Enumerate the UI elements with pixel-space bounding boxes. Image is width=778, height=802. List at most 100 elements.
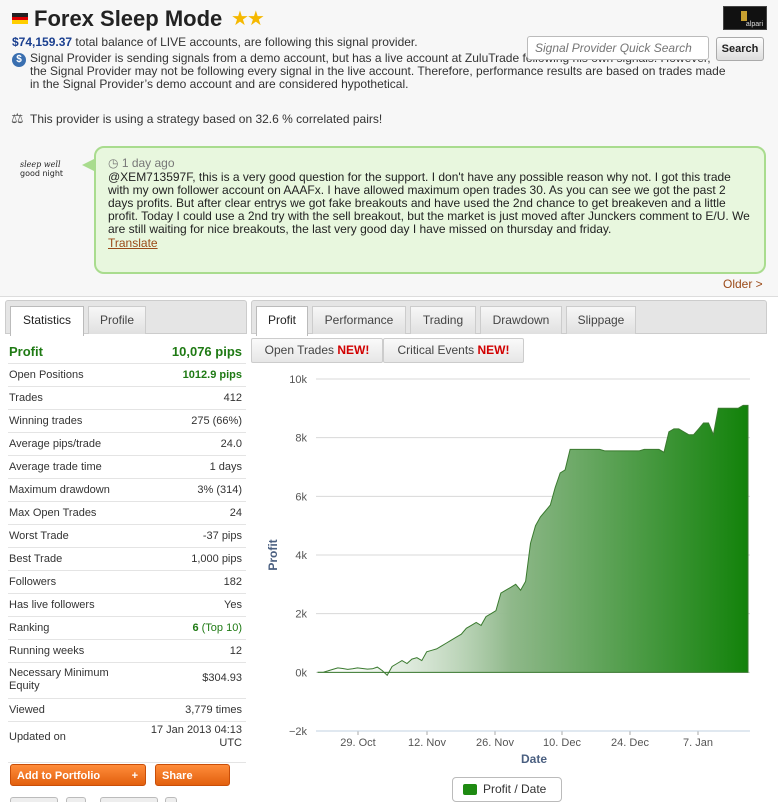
y-tick-label: 10k — [289, 374, 307, 386]
y-tick-label: 8k — [295, 433, 307, 445]
comment-bubble: ◷ 1 day ago @XEM713597F, this is a very … — [82, 146, 766, 274]
stat-row: Open Positions 1012.9 pips — [8, 365, 246, 387]
live-balance: $74,159.37 total balance of LIVE account… — [12, 35, 418, 49]
stat-value: 24 — [229, 507, 242, 519]
x-tick-label: 7. Jan — [683, 737, 713, 749]
stat-label: Followers — [9, 576, 57, 588]
stat-row: Worst Trade -37 pips — [8, 526, 246, 548]
critical-events-tab[interactable]: Critical Events NEW! — [383, 338, 524, 363]
stat-row: Running weeks 12 — [8, 641, 246, 663]
stat-label: Maximum drawdown — [9, 484, 110, 496]
stub-tab — [10, 797, 58, 802]
stat-label: Running weeks — [9, 645, 85, 657]
stat-row: Average pips/trade 24.0 — [8, 434, 246, 456]
stat-value: 1,000 pips — [191, 553, 242, 565]
stat-label: Profit — [9, 344, 43, 359]
x-tick-label: 12. Nov — [408, 737, 446, 749]
stat-label: Max Open Trades — [9, 507, 97, 519]
stat-label: Winning trades — [9, 415, 83, 427]
x-tick-label: 24. Dec — [611, 737, 649, 749]
comment-author-avatar: sleep well good night — [20, 160, 64, 178]
clock-icon: ◷ — [108, 156, 122, 170]
legend-swatch — [463, 784, 477, 795]
y-axis-label: Profit — [266, 539, 280, 570]
stat-label: Necessary Minimum Equity — [9, 667, 109, 692]
stat-label: Viewed — [9, 704, 45, 716]
stat-value: 24.0 — [220, 438, 242, 450]
y-tick-label: 2k — [295, 609, 307, 621]
stat-value: $304.93 — [202, 672, 242, 684]
balance-scale-icon: ⚖ — [11, 110, 24, 126]
y-tick-label: 0k — [295, 667, 307, 679]
star-rating-icon: ★★ — [231, 8, 265, 30]
stat-label: Worst Trade — [9, 530, 69, 542]
stat-value: 3,779 times — [185, 704, 242, 716]
stat-label: Open Positions — [9, 369, 84, 381]
x-tick-label: 26. Nov — [476, 737, 514, 749]
germany-flag-icon — [12, 13, 28, 24]
x-tick-label: 29. Oct — [340, 737, 375, 749]
provider-quick-search-input[interactable] — [527, 36, 709, 60]
stat-row: Ranking 6 (Top 10) — [8, 618, 246, 640]
tab-profit[interactable]: Profit — [256, 306, 308, 336]
stat-row: Max Open Trades 24 — [8, 503, 246, 525]
stub-tab — [100, 797, 158, 802]
stat-row: Has live followers Yes — [8, 595, 246, 617]
share-button[interactable]: Share — [155, 764, 230, 786]
stat-value: -37 pips — [202, 530, 242, 542]
stat-value: 275 (66%) — [191, 415, 242, 427]
stat-row: Viewed 3,779 times — [8, 700, 246, 722]
stat-value: 12 — [229, 645, 242, 657]
stat-value: 1 days — [209, 461, 242, 473]
provider-title: Forex Sleep Mode — [34, 6, 223, 31]
stat-label: Best Trade — [9, 553, 63, 565]
add-to-portfolio-button[interactable]: Add to Portfolio + — [10, 764, 146, 786]
comment-text: @XEM713597F, this is a very good questio… — [108, 170, 750, 236]
search-button[interactable]: Search — [716, 37, 764, 61]
stat-label: Trades — [9, 392, 43, 404]
stub-tab — [165, 797, 177, 802]
tab-profile[interactable]: Profile — [88, 306, 146, 334]
y-tick-label: 6k — [295, 491, 307, 503]
stat-value: 1012.9 pips — [182, 369, 242, 381]
y-tick-label: −2k — [289, 726, 308, 738]
stat-row: Average trade time 1 days — [8, 457, 246, 479]
broker-logo: alpari — [723, 6, 767, 30]
tab-trading[interactable]: Trading — [410, 306, 476, 334]
stat-row: Profit 10,076 pips — [8, 340, 246, 364]
older-comments-link[interactable]: Older > — [723, 277, 763, 291]
open-trades-tab[interactable]: Open Trades NEW! — [251, 338, 383, 363]
stat-label: Has live followers — [9, 599, 95, 611]
stat-label: Average pips/trade — [9, 438, 102, 450]
tab-performance[interactable]: Performance — [312, 306, 406, 334]
chart-legend[interactable]: Profit / Date — [452, 777, 562, 802]
stat-value: 10,076 pips — [171, 344, 242, 359]
stub-tab — [66, 797, 86, 802]
signal-provider-header: Forex Sleep Mode ★★ alpari $74,159.37 to… — [0, 0, 778, 297]
stat-row: Maximum drawdown 3% (314) — [8, 480, 246, 502]
translate-link[interactable]: Translate — [108, 236, 752, 250]
y-tick-label: 4k — [295, 550, 307, 562]
tab-drawdown[interactable]: Drawdown — [480, 306, 562, 334]
stat-row: Updated on 17 Jan 2013 04:13 UTC — [8, 723, 246, 763]
stat-row: Best Trade 1,000 pips — [8, 549, 246, 571]
stat-value: 3% (314) — [197, 484, 242, 496]
stat-row: Necessary Minimum Equity $304.93 — [8, 664, 246, 699]
right-tab-bar: Profit Performance Trading Drawdown Slip… — [251, 300, 767, 336]
stat-value: 17 Jan 2013 04:13 UTC — [150, 724, 242, 749]
stat-value: 6 (Top 10) — [192, 622, 242, 634]
stat-label: Average trade time — [9, 461, 102, 473]
x-tick-label: 10. Dec — [543, 737, 581, 749]
stat-value: Yes — [224, 599, 242, 611]
stat-row: Followers 182 — [8, 572, 246, 594]
comment-time: ◷ 1 day ago — [108, 156, 175, 170]
stat-row: Winning trades 275 (66%) — [8, 411, 246, 433]
tab-statistics[interactable]: Statistics — [10, 306, 84, 336]
profit-chart: −2k 0k 2k 4k 6k 8k 10k 29. Oct 12. Nov 26. Nov 10… — [266, 374, 750, 766]
dollar-info-icon: $ — [12, 53, 26, 67]
stat-value: 412 — [223, 392, 242, 404]
stat-label: Ranking — [9, 622, 50, 634]
correlation-notice: This provider is using a strategy based … — [30, 112, 383, 126]
profit-area-series — [317, 404, 749, 677]
tab-slippage[interactable]: Slippage — [566, 306, 636, 334]
